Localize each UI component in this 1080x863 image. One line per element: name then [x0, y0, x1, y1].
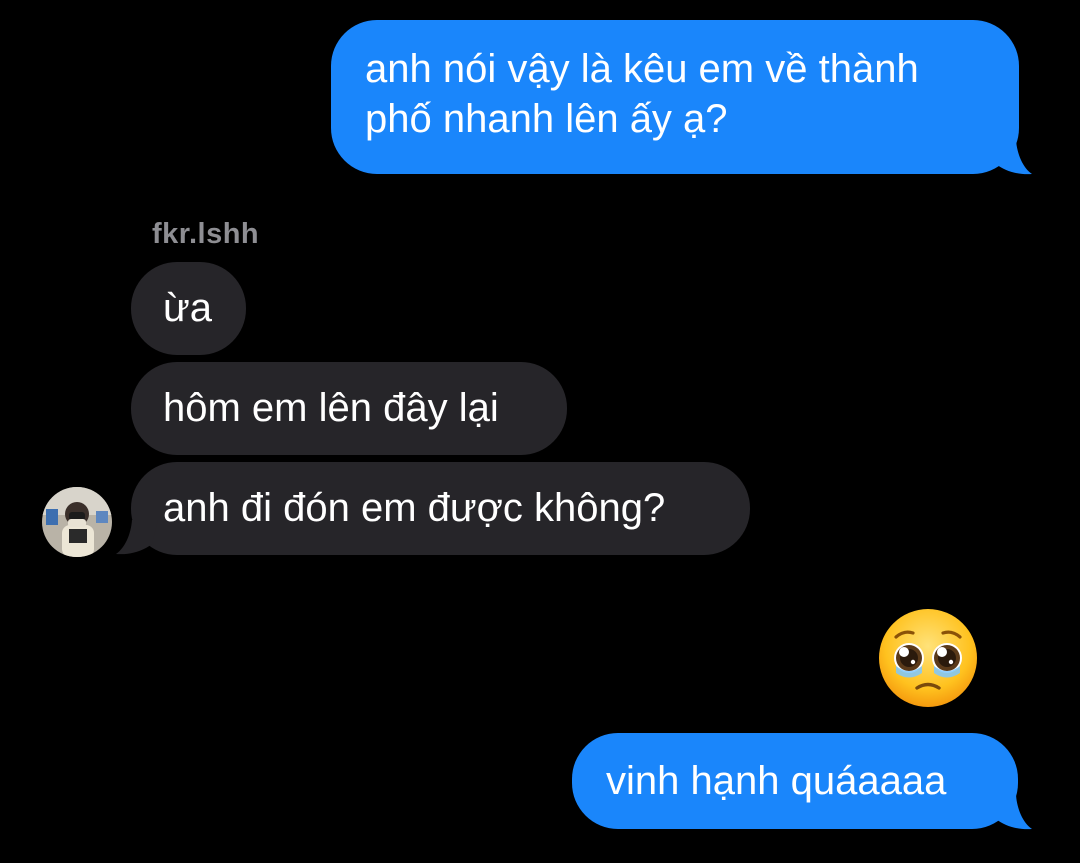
- outgoing-message-bubble[interactable]: anh nói vậy là kêu em về thành phố nhanh…: [331, 20, 1019, 174]
- incoming-message-bubble[interactable]: anh đi đón em được không?: [131, 462, 750, 555]
- message-text: hôm em lên đây lại: [163, 386, 499, 430]
- message-text-line: anh nói vậy là kêu em về thành: [365, 47, 919, 91]
- message-text: ừa: [163, 286, 213, 330]
- message-text-line: phố nhanh lên ấy ạ?: [365, 97, 728, 141]
- outgoing-bubble-tail: [990, 795, 1032, 830]
- pleading-face-emoji-icon[interactable]: [876, 606, 980, 710]
- avatar[interactable]: [42, 487, 112, 557]
- incoming-message-bubble[interactable]: ừa: [131, 262, 246, 355]
- message-text: vinh hạnh quáaaaa: [606, 759, 947, 803]
- incoming-bubble-tail: [116, 520, 158, 555]
- sender-name: fkr.lshh: [152, 218, 260, 250]
- message-text: anh đi đón em được không?: [163, 486, 666, 530]
- outgoing-bubble-tail: [990, 140, 1032, 175]
- profile-photo-icon: [42, 487, 112, 557]
- outgoing-message-bubble[interactable]: vinh hạnh quáaaaa: [572, 733, 1018, 829]
- incoming-message-bubble[interactable]: hôm em lên đây lại: [131, 362, 567, 455]
